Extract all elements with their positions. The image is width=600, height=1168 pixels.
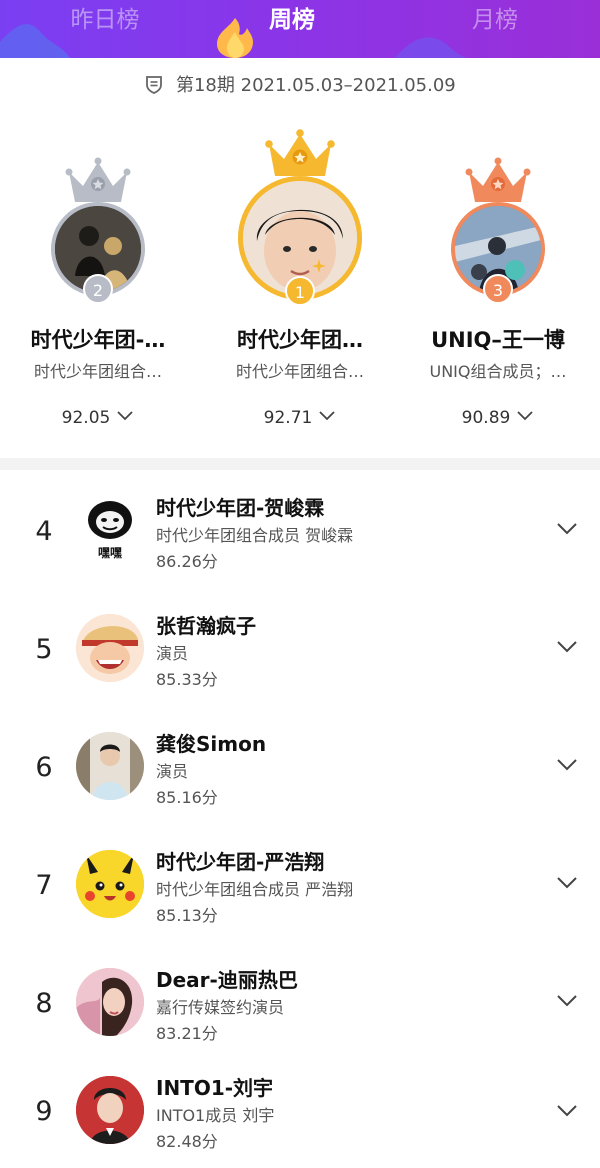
score-value: 92.05: [61, 408, 111, 428]
chevron-down-icon[interactable]: [556, 640, 578, 654]
list-desc: 时代少年团组合成员 贺峻霖: [156, 526, 354, 545]
sparkle-icon: [312, 259, 326, 273]
crown-icon: [465, 157, 531, 202]
list-name: 时代少年团-贺峻霖: [156, 496, 325, 520]
podium-name: 时代少年团-…: [30, 328, 166, 352]
list-name: 龚俊Simon: [156, 732, 267, 756]
list-name: INTO1-刘宇: [156, 1076, 274, 1100]
list-score: 85.16分: [156, 788, 218, 807]
tab-monthly[interactable]: 月榜: [435, 4, 555, 36]
chevron-down-icon[interactable]: [556, 876, 578, 890]
score-value: 92.71: [263, 408, 313, 428]
podium-score: 92.71: [205, 408, 395, 428]
list-score: 85.13分: [156, 906, 218, 925]
period-range: 2021.05.03–2021.05.09: [240, 75, 456, 96]
avatar: [76, 850, 144, 918]
tab-yesterday[interactable]: 昨日榜: [45, 4, 165, 36]
avatar: [76, 968, 144, 1036]
list-desc: 时代少年团组合成员 严浩翔: [156, 880, 354, 899]
rank-number: 5: [35, 634, 53, 665]
rank-number: 7: [35, 870, 53, 901]
rank-number: 9: [35, 1096, 53, 1127]
list-item[interactable]: 4 嘿嘿 时代少年团-贺峻霖 时代少年团组合成员 贺峻霖 86.26分: [0, 480, 600, 598]
avatar: [76, 614, 144, 682]
ranking-tab-bar: 昨日榜 周榜 月榜: [0, 0, 600, 58]
section-divider: [0, 458, 600, 470]
podium-rank-1[interactable]: 1 时代少年团… 时代少年团组合… 92.71: [205, 126, 395, 440]
podium-desc: 时代少年团组合…: [235, 362, 364, 381]
list-item[interactable]: 8 Dear-迪丽热巴 嘉行传媒签约演员 83.21分: [0, 952, 600, 1070]
list-item[interactable]: 5 张哲瀚疯子 演员 85.33分: [0, 598, 600, 716]
list-score: 82.48分: [156, 1132, 218, 1151]
list-name: Dear-迪丽热巴: [156, 968, 298, 992]
list-desc: 演员: [156, 644, 189, 663]
podium-desc: UNIQ组合成员；…: [429, 362, 567, 381]
list-desc: 演员: [156, 762, 189, 781]
calendar-shield-icon: [146, 76, 163, 94]
chevron-down-icon[interactable]: [318, 410, 336, 422]
list-name: 时代少年团-严浩翔: [156, 850, 325, 874]
avatar: [76, 1076, 144, 1144]
tab-weekly[interactable]: 周榜: [232, 4, 352, 36]
podium-score: 92.05: [3, 408, 193, 428]
chevron-down-icon[interactable]: [556, 1104, 578, 1118]
rank-number: 4: [35, 516, 53, 547]
chevron-down-icon[interactable]: [556, 994, 578, 1008]
list-name: 张哲瀚疯子: [156, 614, 256, 638]
list-score: 83.21分: [156, 1024, 218, 1043]
chevron-down-icon[interactable]: [116, 410, 134, 422]
list-item[interactable]: 7 时代少年团-严浩翔 时代少年团组合成员 严浩翔 85.13分: [0, 834, 600, 952]
rank-badge: 2: [83, 274, 113, 304]
podium-desc: 时代少年团组合…: [33, 362, 162, 381]
rank-badge: 1: [285, 276, 315, 306]
avatar-caption: 嘿嘿: [98, 546, 122, 560]
podium-rank-2[interactable]: 2 时代少年团-… 时代少年团组合… 92.05: [3, 150, 193, 440]
chevron-down-icon[interactable]: [516, 410, 534, 422]
list-desc: 嘉行传媒签约演员: [156, 998, 285, 1017]
list-item[interactable]: 9 INTO1-刘宇 INTO1成员 刘宇 82.48分: [0, 1070, 600, 1168]
chevron-down-icon[interactable]: [556, 758, 578, 772]
rank-badge: 3: [483, 274, 513, 304]
rank-number: 8: [35, 988, 53, 1019]
list-desc: INTO1成员 刘宇: [156, 1106, 275, 1125]
crown-icon: [265, 129, 335, 176]
list-score: 85.33分: [156, 670, 218, 689]
list-item[interactable]: 6 龚俊Simon 演员 85.16分: [0, 716, 600, 834]
score-value: 90.89: [461, 408, 511, 428]
period-info: 第18期 2021.05.03–2021.05.09: [0, 71, 600, 101]
period-issue: 第18期: [175, 75, 235, 96]
avatar: 嘿嘿: [76, 494, 144, 562]
podium-score: 90.89: [403, 408, 593, 428]
podium-name: 时代少年团…: [237, 328, 363, 352]
chevron-down-icon[interactable]: [556, 522, 578, 536]
podium-name: UNIQ–王一博: [431, 328, 565, 352]
list-score: 86.26分: [156, 552, 218, 571]
rank-number: 6: [35, 752, 53, 783]
avatar: [76, 732, 144, 800]
crown-icon: [65, 157, 131, 202]
podium-rank-3[interactable]: 3 UNIQ–王一博 UNIQ组合成员；… 90.89: [403, 150, 593, 440]
